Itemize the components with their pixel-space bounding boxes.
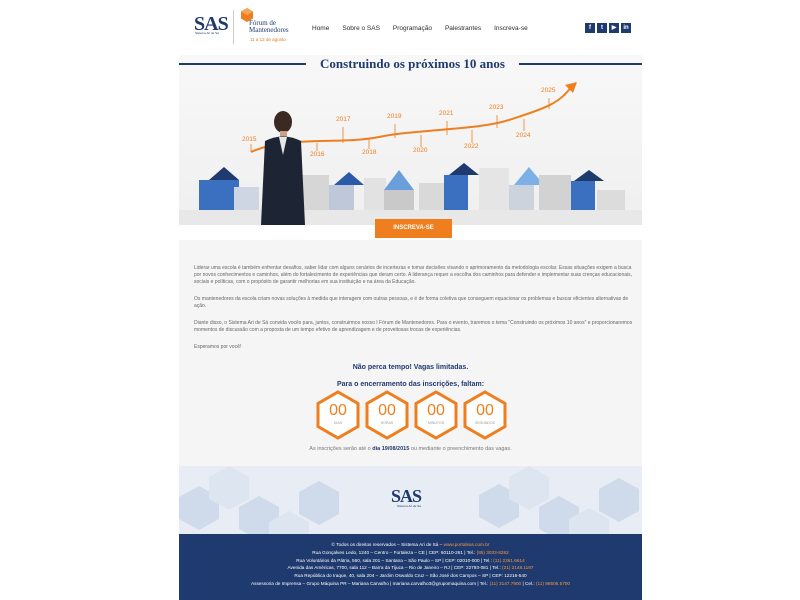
countdown-label: SEGUNDOS [474, 421, 496, 425]
press-text: Assessoria de Imprensa – Grupo Máquina P… [250, 580, 489, 586]
facebook-icon[interactable]: f [585, 23, 595, 33]
address-text: Rua Gonçalves Ledo, 1240 – Centro – Fort… [312, 549, 476, 555]
phone-number: (85) 3033-8282 [476, 549, 509, 555]
year-label: 2023 [489, 104, 504, 111]
countdown-value: 00 [476, 402, 494, 419]
deadline-suffix: ou mediante o preenchimento das vagas. [410, 446, 512, 452]
copyright-text: © Todos os direitos reservados – Sistema… [331, 542, 443, 547]
limited-seats-notice: Não perca tempo! Vagas limitadas. [352, 364, 469, 371]
year-label: 2015 [242, 136, 257, 143]
phone-number: (11) 3147.7900 [489, 580, 522, 586]
footer-address-sjc: Rua República do Iraque, 40, sala 204 – … [179, 572, 642, 580]
countdown-value: 00 [427, 402, 445, 419]
year-label: 2018 [362, 149, 377, 156]
page: SAS Sistema Ari de Sá Fórum de Mantenedo… [179, 0, 642, 600]
linkedin-icon[interactable]: in [621, 23, 631, 33]
countdown-seconds: 00 SEGUNDOS [463, 390, 507, 440]
title-rule-left [179, 63, 306, 65]
countdown-value: 00 [329, 402, 347, 419]
social-links: f t ▶ in [585, 23, 631, 33]
sas-logo-subtitle: Sistema Ari de Sá [195, 31, 219, 35]
title-rule-right [519, 63, 642, 65]
address-text: Rua Voluntários da Pátria, 560, sala 201… [296, 557, 492, 563]
subscribe-button[interactable]: INSCREVA-SE [375, 219, 452, 238]
countdown-label: HORAS [380, 421, 394, 425]
year-label: 2019 [387, 113, 402, 120]
phone-number: (11) 98506.5700 [535, 580, 571, 586]
countdown-label: MINUTOS [427, 421, 445, 425]
main-nav: Home Sobre o SAS Programação Palestrante… [312, 25, 528, 32]
footer-address-sao-paulo: Rua Voluntários da Pátria, 560, sala 201… [179, 557, 642, 565]
countdown-value: 00 [378, 402, 396, 419]
hero-title: Construindo os próximos 10 anos [320, 56, 505, 71]
nav-programacao[interactable]: Programação [393, 25, 432, 32]
year-label: 2025 [541, 87, 556, 94]
forum-date: 11 a 12 de agosto [250, 37, 286, 42]
countdown-days: 00 DIAS [316, 390, 360, 440]
footer-address-fortaleza: Rua Gonçalves Ledo, 1240 – Centro – Fort… [179, 549, 642, 557]
hero: Construindo os próximos 10 anos 2015 201… [179, 55, 642, 225]
body-paragraph: Diante disso, o Sistema Ari de Sá convid… [194, 320, 633, 333]
twitter-icon[interactable]: t [597, 23, 607, 33]
deadline-date: dia 19/08/2015 [372, 446, 410, 452]
countdown-hours: 00 HORAS [365, 390, 409, 440]
youtube-icon[interactable]: ▶ [609, 23, 619, 33]
year-label: 2016 [310, 151, 325, 158]
countdown-heading: Para o encerramento das inscrições, falt… [336, 381, 485, 388]
forum-title: Fórum de Mantenedores [249, 19, 289, 34]
phone-number: (21) 2148.1197 [502, 565, 534, 571]
hero-illustration: 2015 2017 2019 2021 2023 2025 2016 2018 … [179, 82, 642, 225]
portal-link[interactable]: www.portalsas.com.br [444, 542, 490, 547]
year-label: 2020 [413, 147, 428, 154]
content-section: Liderar uma escola é também enfrentar de… [179, 240, 642, 466]
nav-inscreva-se[interactable]: Inscreva-se [494, 25, 528, 32]
deadline-text: As inscrições serão até o dia 19/08/2015… [179, 446, 642, 452]
city-skyline [179, 163, 642, 225]
header: SAS Sistema Ari de Sá Fórum de Mantenedo… [179, 2, 642, 50]
footer: © Todos os direitos reservados – Sistema… [179, 534, 642, 600]
nav-palestrantes[interactable]: Palestrantes [445, 25, 481, 32]
countdown-label: DIAS [333, 421, 343, 425]
footer-address-rio: Avenida das Américas, 7700, sala 112 – B… [179, 564, 642, 572]
year-label: 2021 [439, 110, 454, 117]
address-text: Avenida das Américas, 7700, sala 112 – B… [287, 565, 501, 571]
logo-divider [233, 10, 234, 44]
footer-copyright: © Todos os direitos reservados – Sistema… [179, 541, 642, 549]
year-label: 2022 [464, 143, 479, 150]
countdown-minutes: 00 MINUTOS [414, 390, 458, 440]
intro-paragraph: Liderar uma escola é também enfrentar de… [194, 265, 633, 285]
address-text: Rua República do Iraque, 40, sala 204 – … [294, 573, 527, 579]
footer-logo-subtitle: Sistema Ari de Sá [397, 504, 421, 508]
footer-press-contact: Assessoria de Imprensa – Grupo Máquina P… [179, 580, 642, 588]
businessman-figure [261, 111, 305, 225]
cel-label: | Cel.: [522, 580, 535, 586]
nav-home[interactable]: Home [312, 25, 329, 32]
closing-paragraph: Esperamos por você! [194, 344, 242, 350]
nav-sobre[interactable]: Sobre o SAS [342, 25, 380, 32]
deadline-prefix: As inscrições serão até o [309, 446, 371, 452]
year-label: 2017 [336, 116, 351, 123]
year-label: 2024 [516, 132, 531, 139]
phone-number: (11) 2361.6614 [493, 557, 525, 563]
body-paragraph: Os mantenedores da escola criam novas so… [194, 296, 629, 309]
